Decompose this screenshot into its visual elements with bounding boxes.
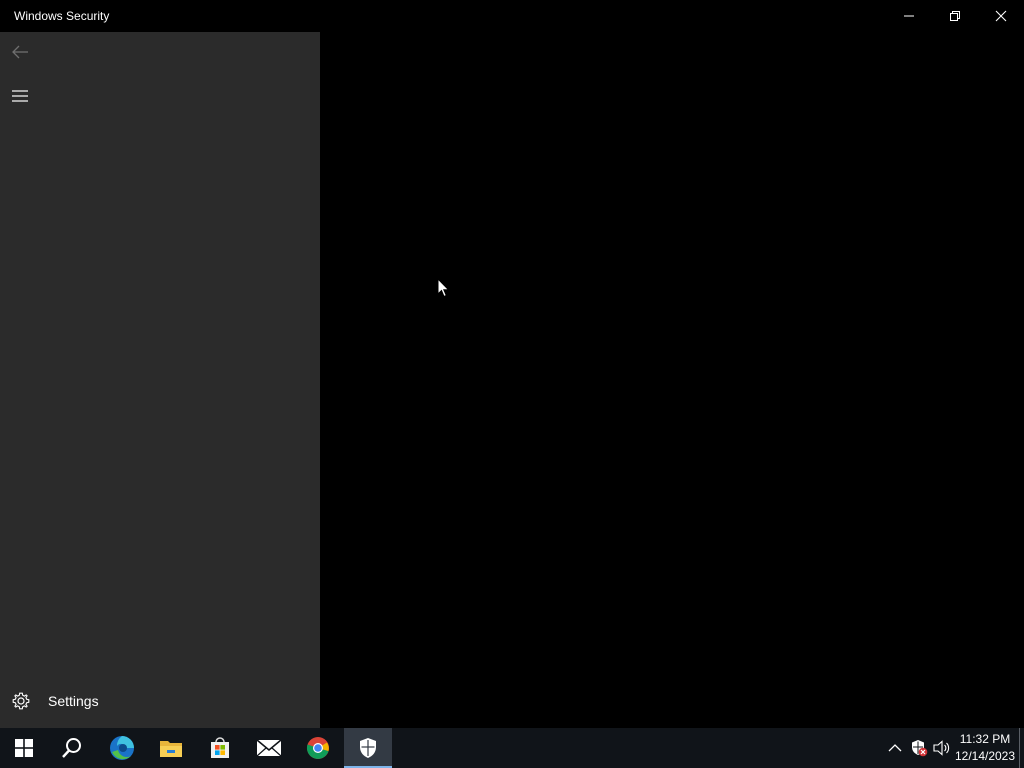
clock-time: 11:32 PM	[959, 732, 1011, 746]
sidebar-item-settings[interactable]: Settings	[0, 686, 320, 716]
restore-button[interactable]	[932, 0, 978, 32]
taskbar-app-file-explorer[interactable]	[147, 728, 195, 768]
taskbar: 11:32 PM 12/14/2023	[0, 728, 1024, 768]
store-icon	[211, 737, 229, 758]
taskbar-app-edge[interactable]	[98, 728, 146, 768]
back-button[interactable]	[8, 40, 32, 64]
shield-icon	[360, 738, 376, 758]
navigation-sidebar: Settings	[0, 32, 320, 728]
taskbar-app-chrome[interactable]	[294, 728, 342, 768]
show-desktop-button[interactable]	[1019, 728, 1020, 768]
restore-icon	[950, 11, 960, 21]
mouse-cursor-icon	[437, 278, 450, 298]
start-button[interactable]	[0, 728, 48, 768]
title-bar: Windows Security	[0, 0, 1024, 32]
search-icon	[62, 738, 81, 758]
minimize-icon	[904, 15, 914, 17]
settings-label: Settings	[48, 693, 99, 709]
hamburger-menu-button[interactable]	[8, 84, 32, 108]
desktop-screen: Windows Security Settings 11:32 PM 12/14…	[0, 0, 1024, 768]
taskbar-clock[interactable]: 11:32 PM 12/14/2023	[952, 731, 1018, 765]
taskbar-app-store[interactable]	[196, 728, 244, 768]
taskbar-app-mail[interactable]	[245, 728, 293, 768]
hamburger-menu-icon	[12, 90, 28, 102]
gear-icon	[12, 692, 30, 710]
show-hidden-icons-button[interactable]	[885, 738, 905, 758]
minimize-button[interactable]	[886, 0, 932, 32]
back-arrow-icon	[12, 45, 28, 59]
tray-volume[interactable]	[932, 738, 952, 758]
volume-icon	[933, 740, 950, 756]
main-content-area	[320, 32, 1024, 728]
tray-security-status[interactable]	[909, 738, 929, 758]
close-button[interactable]	[978, 0, 1024, 32]
window-title: Windows Security	[14, 9, 110, 23]
security-alert-icon	[912, 740, 928, 757]
mail-icon	[256, 739, 282, 757]
close-icon	[995, 10, 1007, 22]
taskbar-search-button[interactable]	[48, 728, 96, 768]
clock-date: 12/14/2023	[954, 749, 1016, 763]
folder-icon	[160, 741, 182, 757]
edge-icon	[110, 736, 134, 760]
chrome-icon	[306, 737, 329, 759]
chevron-up-icon	[888, 744, 902, 752]
taskbar-app-windows-security[interactable]	[344, 728, 392, 768]
windows-logo-icon	[15, 739, 33, 757]
